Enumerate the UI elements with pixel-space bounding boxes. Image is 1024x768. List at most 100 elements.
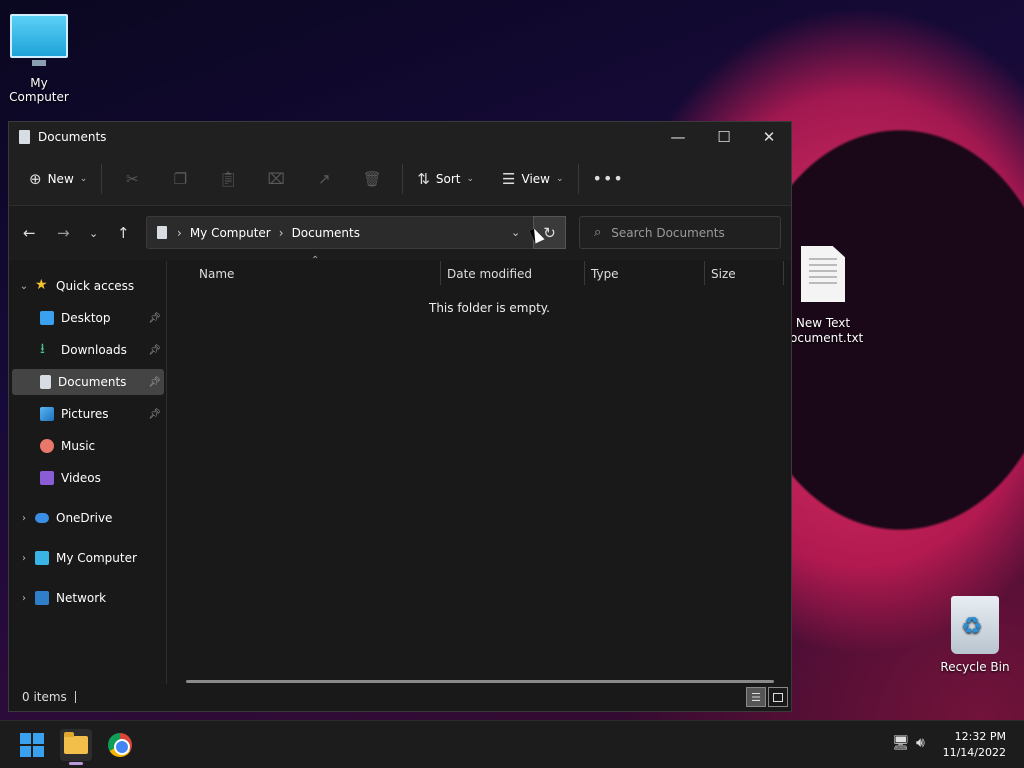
chevron-right-icon[interactable]: › bbox=[17, 553, 31, 564]
column-header-date-modified[interactable]: Date modified bbox=[447, 267, 532, 281]
taskbar-file-explorer[interactable] bbox=[60, 729, 92, 765]
new-button[interactable]: ⊕ New ⌄ bbox=[29, 170, 87, 188]
start-button[interactable] bbox=[16, 729, 48, 761]
star-icon: ★ bbox=[35, 277, 48, 293]
column-divider[interactable] bbox=[584, 261, 585, 285]
network-status-icon[interactable]: 🖥︎ bbox=[892, 735, 910, 751]
column-header-row: ⌃ Name Date modified Type Size bbox=[168, 255, 791, 285]
sidebar-item-label: My Computer bbox=[56, 551, 137, 565]
chevron-down-icon: ⌄ bbox=[466, 173, 475, 184]
running-indicator bbox=[69, 762, 83, 765]
command-bar: ⊕ New ⌄ ✂ ❐ 📋︎ ⌧ ↗ 🗑︎ ⇅ Sort ⌄ ☰ View ⌄ … bbox=[9, 152, 791, 206]
status-bar: 0 items ☰ bbox=[9, 683, 791, 711]
chevron-down-icon[interactable]: ⌄ bbox=[17, 281, 31, 292]
sidebar-item-label: Music bbox=[61, 439, 96, 453]
sidebar-item-quick-access[interactable]: ⌄ ★ Quick access bbox=[12, 273, 164, 299]
column-header-name[interactable]: Name bbox=[199, 267, 234, 281]
document-icon bbox=[157, 226, 167, 239]
music-icon bbox=[40, 439, 54, 453]
sidebar-item-videos[interactable]: Videos bbox=[12, 465, 164, 491]
network-icon bbox=[35, 591, 49, 605]
text-file-icon bbox=[801, 246, 845, 302]
search-icon: ⌕ bbox=[594, 225, 602, 240]
column-divider[interactable] bbox=[440, 261, 441, 285]
sidebar-item-label: Pictures bbox=[61, 407, 109, 421]
column-divider[interactable] bbox=[704, 261, 705, 285]
download-icon: ⭳ bbox=[40, 341, 45, 357]
close-button[interactable]: ✕ bbox=[746, 122, 792, 152]
delete-icon: 🗑︎ bbox=[362, 169, 382, 188]
sort-icon: ⇅ bbox=[417, 169, 430, 188]
computer-icon bbox=[10, 14, 68, 66]
search-placeholder: Search Documents bbox=[611, 225, 725, 240]
cut-icon: ✂ bbox=[126, 169, 139, 188]
forward-arrow-icon[interactable]: → bbox=[57, 224, 70, 242]
chevron-right-icon[interactable]: › bbox=[17, 513, 31, 524]
navigation-pane: ⌄ ★ Quick access Desktop 📌︎ ⭳ Downloads … bbox=[9, 261, 167, 684]
sort-button[interactable]: ⇅ Sort ⌄ bbox=[417, 170, 474, 188]
windows-logo-icon bbox=[20, 733, 44, 757]
system-clock[interactable]: 12:32 PM 11/14/2022 bbox=[943, 729, 1006, 761]
sort-label: Sort bbox=[435, 171, 461, 186]
recent-locations-chevron-icon[interactable]: ⌄ bbox=[89, 227, 98, 240]
sidebar-item-label: Documents bbox=[58, 375, 127, 389]
window-title: Documents bbox=[38, 130, 107, 144]
details-view-button[interactable]: ☰ bbox=[746, 687, 766, 707]
desktop-icon-label: New Text ocument.txt bbox=[790, 316, 864, 345]
sidebar-item-documents[interactable]: Documents 📌︎ bbox=[12, 369, 164, 395]
plus-circle-icon: ⊕ bbox=[29, 169, 42, 188]
sidebar-item-desktop[interactable]: Desktop 📌︎ bbox=[12, 305, 164, 331]
taskbar-chrome[interactable] bbox=[104, 729, 136, 761]
sidebar-item-music[interactable]: Music bbox=[12, 433, 164, 459]
divider bbox=[101, 163, 103, 194]
title-bar[interactable]: Documents — ☐ ✕ bbox=[9, 122, 791, 152]
more-options-icon[interactable]: ••• bbox=[593, 169, 624, 188]
new-label: New bbox=[47, 171, 74, 186]
chevron-down-icon: ⌄ bbox=[79, 173, 88, 184]
desktop-icon-label: Recycle Bin bbox=[940, 660, 1010, 674]
volume-icon[interactable]: 🔊︎ bbox=[916, 735, 925, 751]
chevron-right-icon[interactable]: › bbox=[17, 593, 31, 604]
desktop-icon-my-computer[interactable]: My Computer bbox=[0, 14, 78, 104]
sidebar-item-pictures[interactable]: Pictures 📌︎ bbox=[12, 401, 164, 427]
navigation-bar: ← → ⌄ ↑ › My Computer › Documents ⌄ ↻ ⌕ … bbox=[9, 206, 791, 260]
paste-icon: 📋︎ bbox=[218, 169, 238, 188]
search-box[interactable]: ⌕ Search Documents bbox=[579, 216, 781, 249]
divider bbox=[402, 163, 404, 194]
sidebar-item-network[interactable]: › Network bbox=[12, 585, 164, 611]
large-icons-view-button[interactable] bbox=[768, 687, 788, 707]
file-explorer-window: Documents — ☐ ✕ ⊕ New ⌄ ✂ ❐ 📋︎ ⌧ ↗ 🗑︎ ⇅ … bbox=[8, 121, 792, 712]
back-arrow-icon[interactable]: ← bbox=[23, 224, 36, 242]
sidebar-item-my-computer[interactable]: › My Computer bbox=[12, 545, 164, 571]
divider bbox=[74, 691, 76, 703]
column-header-type[interactable]: Type bbox=[591, 267, 619, 281]
cloud-icon bbox=[35, 513, 49, 523]
minimize-button[interactable]: — bbox=[655, 122, 701, 152]
pin-icon: 📌︎ bbox=[148, 376, 161, 388]
maximize-button[interactable]: ☐ bbox=[701, 122, 747, 152]
rename-icon: ⌧ bbox=[267, 169, 285, 188]
view-button[interactable]: ☰ View ⌄ bbox=[502, 170, 563, 188]
desktop-icon-new-text-document[interactable]: New Text ocument.txt bbox=[790, 246, 864, 346]
breadcrumb-my-computer[interactable]: My Computer bbox=[190, 226, 271, 240]
breadcrumb-documents[interactable]: Documents bbox=[292, 226, 360, 240]
chevron-down-icon[interactable]: ⌄ bbox=[511, 226, 520, 239]
sidebar-item-onedrive[interactable]: › OneDrive bbox=[12, 505, 164, 531]
large-icons-view-icon bbox=[773, 692, 783, 702]
desktop-icon-recycle-bin[interactable]: ♻ Recycle Bin bbox=[940, 596, 1010, 674]
view-icon: ☰ bbox=[502, 169, 516, 188]
up-arrow-icon[interactable]: ↑ bbox=[117, 224, 130, 242]
address-bar[interactable]: › My Computer › Documents ⌄ bbox=[146, 216, 566, 249]
sidebar-item-downloads[interactable]: ⭳ Downloads 📌︎ bbox=[12, 337, 164, 363]
sort-ascending-icon: ⌃ bbox=[311, 255, 320, 266]
column-header-size[interactable]: Size bbox=[711, 267, 736, 281]
empty-folder-message: This folder is empty. bbox=[429, 301, 550, 315]
breadcrumb-separator-icon: › bbox=[278, 225, 284, 240]
copy-icon: ❐ bbox=[173, 169, 188, 188]
item-count: 0 items bbox=[22, 690, 67, 704]
sidebar-item-label: OneDrive bbox=[56, 511, 113, 525]
sidebar-item-label: Network bbox=[56, 591, 107, 605]
chevron-down-icon: ⌄ bbox=[555, 173, 564, 184]
column-divider[interactable] bbox=[783, 261, 784, 285]
pictures-icon bbox=[40, 407, 54, 421]
